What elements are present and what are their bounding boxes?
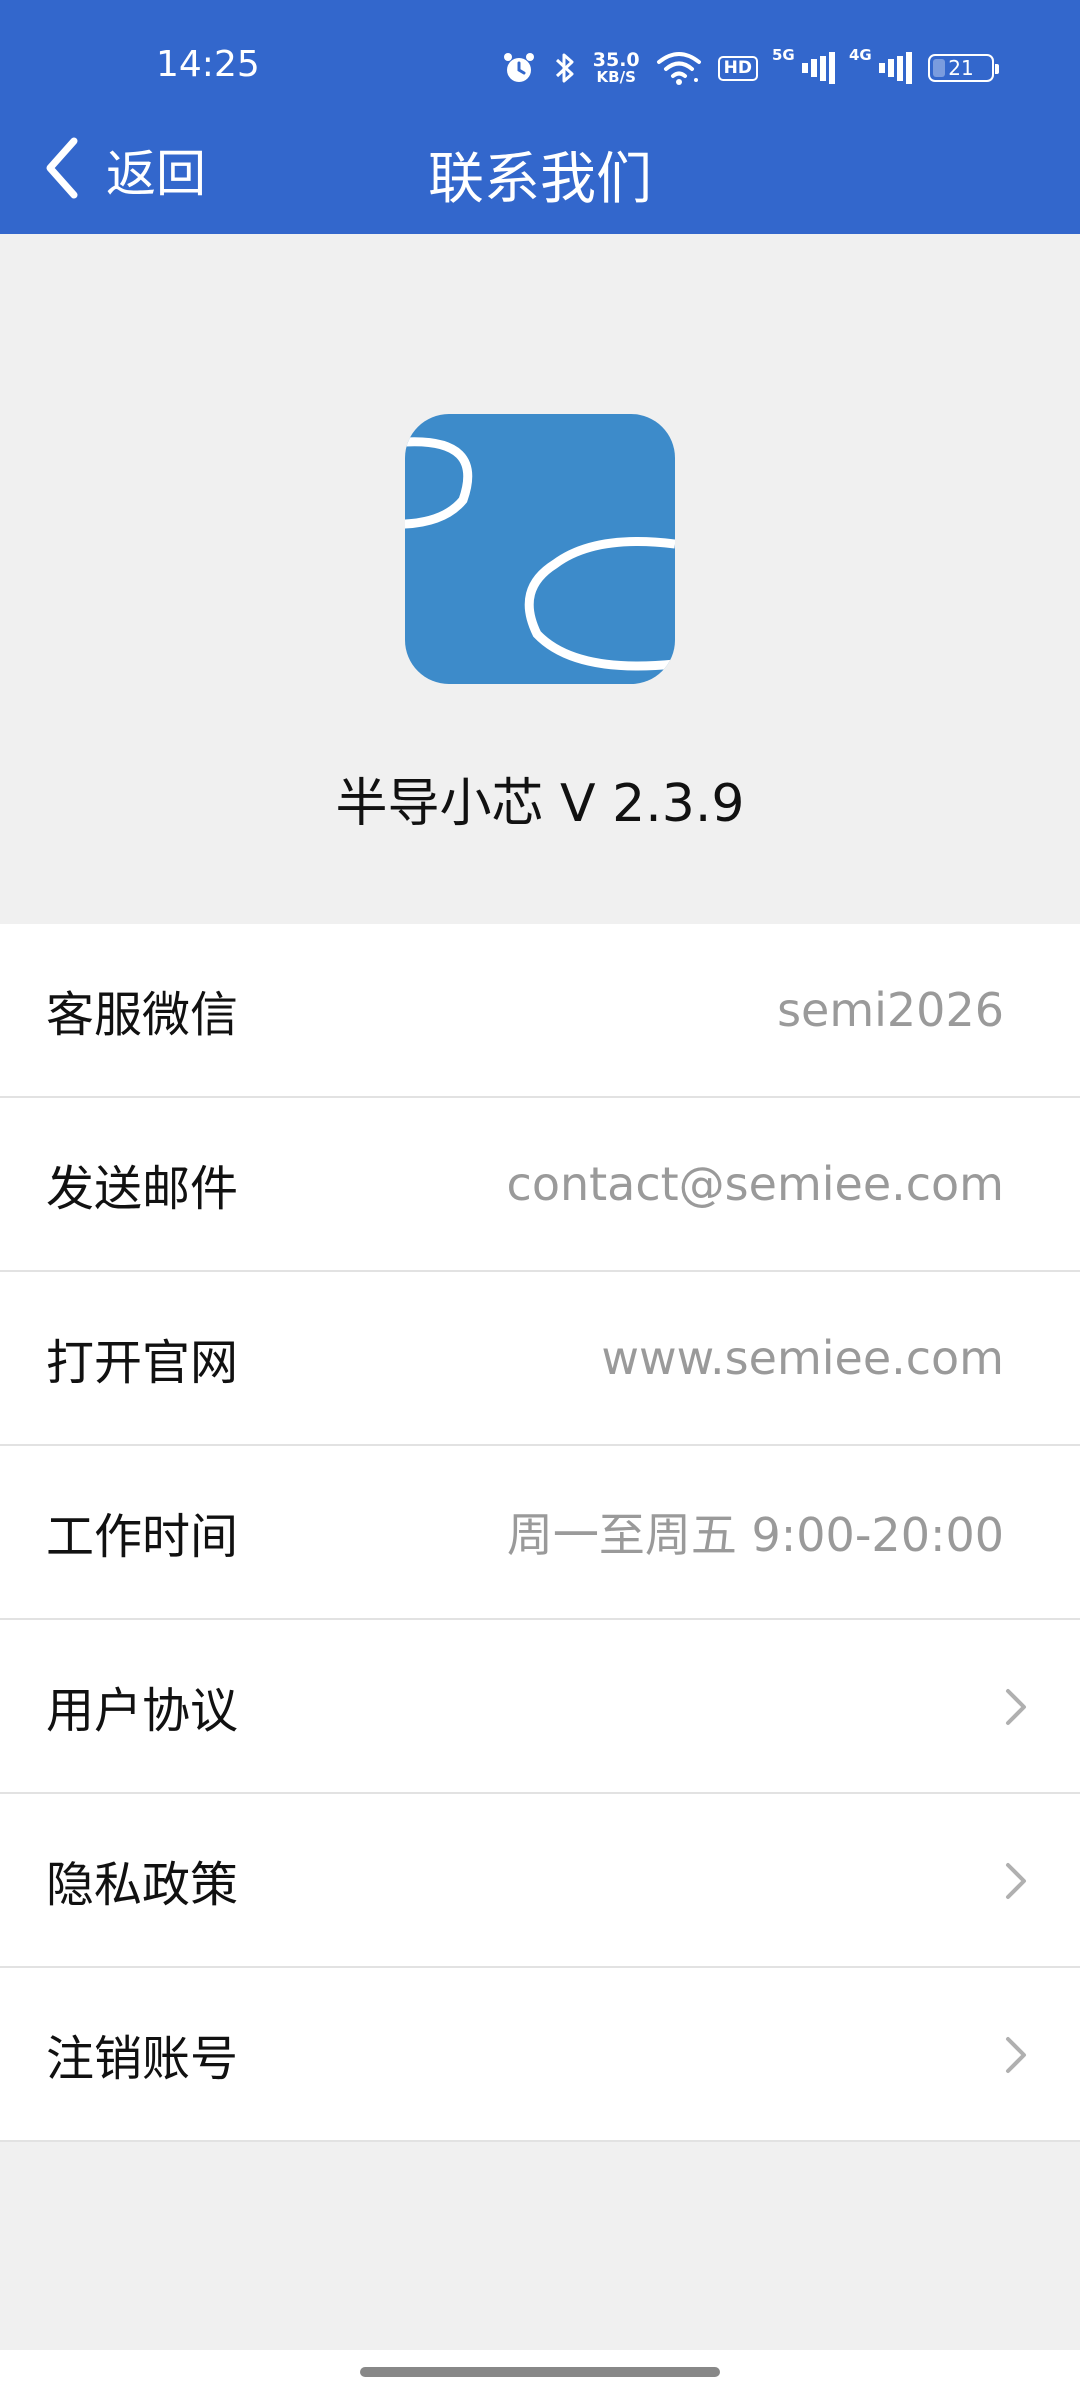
contact-list: 客服微信 semi2026 发送邮件 contact@semiee.com 打开… [0,924,1080,2142]
chevron-right-icon [990,1683,1038,1731]
row-website[interactable]: 打开官网 www.semiee.com [0,1272,1080,1446]
network-speed-unit: KB/S [596,68,636,86]
battery-fill [933,59,945,77]
app-logo [405,414,675,684]
app-header: 14:25 35.0 KB/S HD 5G 4G 21 返回 联系我们 [0,0,1080,234]
row-label: 隐私政策 [46,1857,239,1913]
app-version: 半导小芯 V 2.3.9 [335,774,745,834]
row-label: 注销账号 [46,2031,239,2087]
row-value: www.semiee.com [601,1331,1004,1385]
status-bar: 14:25 35.0 KB/S HD 5G 4G 21 [0,0,1080,120]
battery-icon: 21 [928,54,999,82]
home-indicator[interactable] [360,2367,720,2377]
row-label: 工作时间 [46,1509,239,1565]
network-speed: 35.0 KB/S [593,51,640,85]
alarm-icon [501,50,537,86]
row-email[interactable]: 发送邮件 contact@semiee.com [0,1098,1080,1272]
chevron-right-icon [990,1857,1038,1905]
row-value: 周一至周五 9:00-20:00 [506,1508,1004,1562]
row-label: 打开官网 [46,1335,239,1391]
row-value: semi2026 [777,983,1004,1037]
app-info-section: 半导小芯 V 2.3.9 [0,234,1080,924]
row-work-hours: 工作时间 周一至周五 9:00-20:00 [0,1446,1080,1620]
page-title: 联系我们 [428,147,652,212]
signal-4g-icon: 4G [849,46,912,84]
row-label: 发送邮件 [46,1161,239,1217]
signal-4g-tag: 4G [849,46,872,64]
row-label: 客服微信 [46,987,239,1043]
signal-5g-icon: 5G [772,46,835,84]
wifi-icon [656,50,702,86]
row-wechat[interactable]: 客服微信 semi2026 [0,924,1080,1098]
row-label: 用户协议 [46,1683,239,1739]
row-user-agreement[interactable]: 用户协议 [0,1620,1080,1794]
row-privacy-policy[interactable]: 隐私政策 [0,1794,1080,1968]
row-value: contact@semiee.com [506,1157,1004,1211]
battery-level: 21 [948,56,974,80]
hd-icon: HD [717,55,758,81]
bluetooth-icon [553,50,577,86]
status-time: 14:25 [156,44,260,85]
status-icons: 35.0 KB/S HD 5G 4G 21 [501,46,999,90]
chevron-right-icon [990,2031,1038,2079]
row-delete-account[interactable]: 注销账号 [0,1968,1080,2142]
signal-5g-tag: 5G [772,46,795,64]
